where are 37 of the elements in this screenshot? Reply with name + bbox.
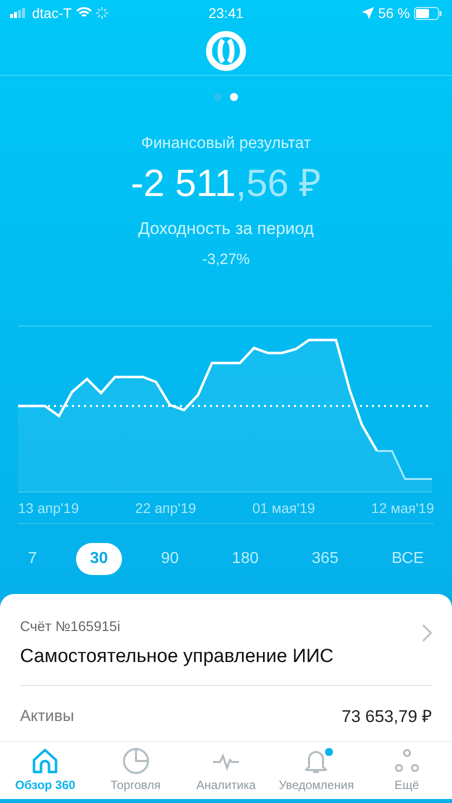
axis-date-label: 13 апр'19: [18, 498, 79, 518]
page-dot[interactable]: [230, 93, 238, 101]
assets-label: Активы: [20, 707, 74, 728]
status-time: 23:41: [208, 4, 244, 22]
period-tab[interactable]: 7: [14, 542, 51, 575]
period-tab[interactable]: ВСЕ: [378, 542, 438, 575]
signal-icon: [10, 8, 28, 18]
app-logo: [206, 30, 246, 70]
period-tab[interactable]: 365: [298, 542, 352, 575]
wifi-icon: [76, 7, 92, 19]
axis-date-label: 12 мая'19: [371, 498, 434, 518]
nav-tab[interactable]: Торговля: [90, 742, 181, 799]
nav-tab[interactable]: Обзор 360: [0, 742, 90, 799]
nav-tab[interactable]: Аналитика: [180, 742, 272, 799]
summary-title: Финансовый результат: [140, 134, 312, 154]
axis-date-label: 01 мая'19: [252, 498, 316, 518]
period-tab[interactable]: 180: [218, 542, 273, 575]
period-tab[interactable]: 90: [146, 542, 193, 575]
assets-value: 73 653,79 ₽: [342, 706, 432, 728]
nav-tab[interactable]: Уведомления: [271, 742, 362, 799]
period-tab[interactable]: 30: [76, 542, 122, 575]
amount-value: -2 511,56 ₽: [130, 164, 322, 206]
pie-chart-icon: [120, 746, 151, 776]
home-icon: [30, 746, 60, 776]
account-number: Счёт №165915i: [20, 616, 122, 636]
chevron-right-icon: [422, 624, 432, 642]
battery-icon: [414, 6, 442, 20]
battery-percent: 56 %: [378, 4, 410, 22]
loading-icon: [96, 7, 108, 19]
nav-tab[interactable]: Ещё: [362, 742, 452, 799]
account-name: Самостоятельное управление ИИС: [20, 644, 335, 669]
axis-date-label: 22 апр'19: [135, 498, 196, 518]
yield-label: Доходность за период: [137, 218, 315, 240]
yield-value: -3,27%: [201, 250, 251, 270]
page-dot[interactable]: [214, 93, 222, 101]
carrier-name: dtac-T: [32, 4, 72, 22]
location-icon: [362, 7, 374, 19]
